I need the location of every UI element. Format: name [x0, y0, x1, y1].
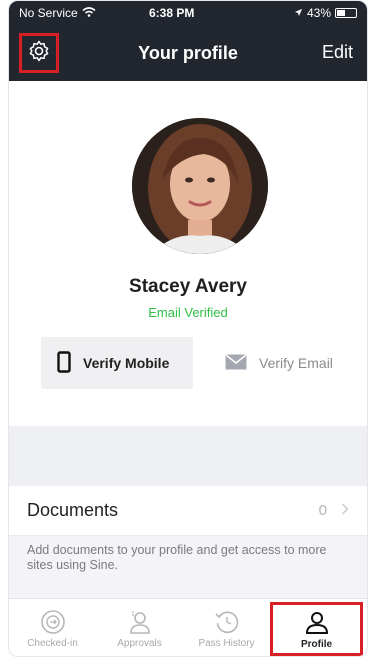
page-title: Your profile	[138, 42, 238, 63]
envelope-icon	[225, 353, 247, 373]
profile-card: Stacey Avery Email Verified Verify Mobil…	[9, 81, 367, 426]
documents-row[interactable]: Documents 0	[9, 486, 367, 536]
documents-hint: Add documents to your profile and get ac…	[27, 543, 327, 572]
battery-icon	[335, 8, 357, 18]
battery-fill	[337, 10, 345, 16]
status-bar: No Service 6:38 PM 43%	[9, 1, 367, 25]
gear-icon	[27, 39, 51, 68]
battery-group: 43%	[294, 6, 357, 20]
verify-email-label: Verify Email	[259, 355, 333, 371]
edit-button[interactable]: Edit	[322, 42, 353, 63]
clock: 6:38 PM	[149, 6, 195, 20]
avatar[interactable]	[132, 118, 268, 254]
phone-frame: No Service 6:38 PM 43% Your profile Edit…	[8, 0, 368, 657]
chevron-right-icon	[341, 502, 349, 520]
phone-icon	[57, 350, 71, 376]
tab-profile[interactable]: Profile	[270, 602, 363, 656]
tab-bar: Checked-in Approvals Pass History Profil…	[9, 598, 367, 656]
verify-email-button[interactable]: Verify Email	[209, 337, 359, 389]
location-icon	[294, 6, 303, 20]
documents-count: 0	[318, 502, 327, 519]
tab-label: Approvals	[117, 638, 162, 649]
verify-mobile-label: Verify Mobile	[83, 355, 170, 371]
email-verified-status: Email Verified	[148, 305, 228, 320]
carrier-group: No Service	[19, 6, 149, 20]
wifi-icon	[82, 6, 96, 20]
battery-percent: 43%	[306, 6, 331, 20]
documents-label: Documents	[27, 500, 119, 520]
tab-checked-in[interactable]: Checked-in	[9, 599, 96, 656]
settings-button[interactable]	[19, 33, 59, 73]
tab-label: Pass History	[198, 638, 255, 649]
navigation-bar: Your profile Edit	[9, 25, 367, 81]
approvals-icon	[126, 608, 154, 636]
checked-in-icon	[39, 608, 67, 636]
tab-pass-history[interactable]: Pass History	[183, 599, 270, 656]
user-name: Stacey Avery	[129, 276, 247, 297]
history-icon	[213, 608, 241, 636]
tab-label: Profile	[300, 638, 333, 650]
section-spacer	[9, 426, 367, 486]
profile-icon	[303, 609, 331, 637]
tab-approvals[interactable]: Approvals	[96, 599, 183, 656]
tab-label: Checked-in	[27, 638, 78, 649]
verify-mobile-button[interactable]: Verify Mobile	[41, 337, 193, 389]
carrier-label: No Service	[19, 6, 78, 20]
